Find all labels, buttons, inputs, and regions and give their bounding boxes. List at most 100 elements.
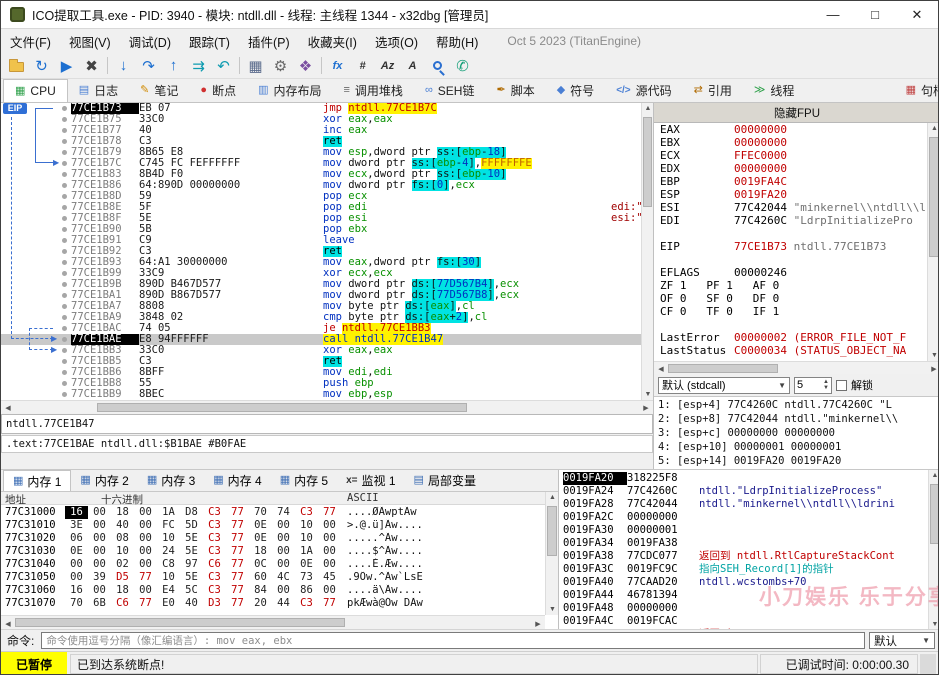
dump-row[interactable]: 77C31050 00 39 D5 77 10 5E C3 77 60 4C 73 45.9Õw.^Ãw… <box>1 571 546 584</box>
breakpoint-gutter[interactable] <box>57 136 71 147</box>
hex-byte[interactable]: 77 <box>226 597 249 610</box>
hex-byte[interactable]: 00 <box>134 532 157 545</box>
breakpoint-gutter[interactable] <box>57 389 71 400</box>
scroll-thumb[interactable] <box>930 484 938 544</box>
hex-byte[interactable]: 10 <box>157 532 180 545</box>
tab-source[interactable]: </> 源代码 <box>605 79 682 102</box>
register-value[interactable]: 00000000 <box>734 136 787 149</box>
flags-row[interactable]: ZF 1 PF 1 AF 0 <box>654 279 927 292</box>
hex-byte[interactable]: 00 <box>318 545 341 558</box>
plugins-tool-button[interactable]: ❖ <box>293 55 318 77</box>
register-row[interactable]: EIP 77CE1B73 ntdll.77CE1B73 <box>654 240 927 253</box>
hex-byte[interactable]: 0E <box>249 532 272 545</box>
argument-depth-stepper[interactable]: 5 ▲ ▼ <box>794 376 832 394</box>
dump-row[interactable]: 77C31030 0E 00 10 00 24 5E C3 77 18 00 1A 00 ....$^Ãw… <box>1 545 546 558</box>
dump-horizontal-scrollbar[interactable]: ◀ ▶ <box>1 615 545 629</box>
register-value[interactable]: FFEC0000 <box>734 149 787 162</box>
registers-view[interactable]: EAX 00000000 EBX 00000000 ECX FFEC0000 EDX 0000… <box>654 123 927 361</box>
hex-byte[interactable]: 5E <box>180 532 203 545</box>
stack-row[interactable]: 0019FA3C 0019FC9C 指向SEH_Record[1]的指针 <box>559 563 928 576</box>
hex-byte[interactable]: 18 <box>111 584 134 597</box>
menu-debug[interactable]: 调试(D) <box>120 28 180 55</box>
hex-byte[interactable]: 00 <box>318 584 341 597</box>
hex-byte[interactable]: 1A <box>157 506 180 519</box>
scroll-right-icon[interactable]: ▶ <box>929 365 938 373</box>
breakpoint-gutter[interactable] <box>57 257 71 268</box>
tab-dump-1[interactable]: ▦ 内存 1 <box>3 470 72 491</box>
hex-byte[interactable]: C3 <box>203 532 226 545</box>
disassembly-view[interactable]: 77CE1B73 EB 07 jmp ntdll.77CE1B7C 77CE1B75 3… <box>1 103 641 400</box>
register-value[interactable]: 00000246 <box>734 266 787 279</box>
stack-value[interactable]: 00000001 <box>627 524 699 537</box>
settings-button[interactable]: ⚙ <box>268 55 293 77</box>
hex-byte[interactable]: 77 <box>318 597 341 610</box>
hex-byte[interactable]: 77 <box>226 532 249 545</box>
stack-value[interactable]: 318225F8 <box>627 472 699 485</box>
hex-byte[interactable]: 77 <box>226 571 249 584</box>
register-row[interactable]: EAX 00000000 <box>654 123 927 136</box>
tab-handles[interactable]: ▦ 句柄 <box>895 79 938 102</box>
stack-value[interactable]: 77C4260C <box>627 485 699 498</box>
hex-byte[interactable]: D3 <box>203 597 226 610</box>
flags-row[interactable]: CF 0 TF 0 IF 1 <box>654 305 927 318</box>
hex-byte[interactable]: 40 <box>111 519 134 532</box>
hex-byte[interactable]: 77 <box>226 519 249 532</box>
step-over-button[interactable]: ↷ <box>136 55 161 77</box>
tab-seh[interactable]: ∞ SEH链 <box>414 79 486 102</box>
tab-notes[interactable]: ✎ 笔记 <box>129 79 189 102</box>
breakpoint-gutter[interactable] <box>57 191 71 202</box>
calling-convention-select[interactable]: 默认 (stdcall) ▼ <box>658 376 790 394</box>
hex-byte[interactable]: 45 <box>318 571 341 584</box>
register-value[interactable]: 77C4260C <box>734 214 787 227</box>
stack-vertical-scrollbar[interactable]: ▲ ▼ <box>928 470 938 630</box>
hex-byte[interactable]: 84 <box>249 584 272 597</box>
hex-byte[interactable]: 24 <box>157 545 180 558</box>
register-value[interactable]: 00000002 (ERROR_FILE_NOT_F <box>734 331 906 344</box>
hex-byte[interactable]: 16 <box>65 506 88 519</box>
hex-byte[interactable]: 00 <box>272 532 295 545</box>
argument-row[interactable]: 4: [esp+10] 00000001 00000001 <box>658 440 938 454</box>
tab-dump-3[interactable]: ▦ 内存 3 <box>138 470 204 491</box>
tab-locals[interactable]: ▤ 局部变量 <box>405 470 485 491</box>
scroll-up-icon[interactable]: ▲ <box>928 125 938 132</box>
stack-value[interactable]: 77C42044 <box>627 498 699 511</box>
hex-byte[interactable]: 0C <box>249 558 272 571</box>
scroll-thumb[interactable] <box>929 137 938 257</box>
hex-byte[interactable]: 00 <box>134 519 157 532</box>
dump-vertical-scrollbar[interactable]: ▲ ▼ <box>545 492 558 615</box>
hex-byte[interactable]: 86 <box>295 584 318 597</box>
run-button[interactable]: ▶ <box>54 55 79 77</box>
argument-row[interactable]: 3: [esp+c] 00000000 00000000 <box>658 426 938 440</box>
search-button[interactable] <box>425 55 450 77</box>
hex-byte[interactable]: C8 <box>157 558 180 571</box>
calculator-button[interactable]: fx <box>325 55 350 77</box>
hex-byte[interactable]: 00 <box>88 558 111 571</box>
step-back-button[interactable]: ↶ <box>211 55 236 77</box>
hex-byte[interactable]: C6 <box>203 558 226 571</box>
command-input[interactable] <box>41 632 865 649</box>
hex-byte[interactable]: 18 <box>111 506 134 519</box>
hex-byte[interactable]: 00 <box>88 584 111 597</box>
hex-byte[interactable]: 0E <box>249 519 272 532</box>
hex-byte[interactable]: C3 <box>203 571 226 584</box>
register-value[interactable]: 0019FA4C <box>734 175 787 188</box>
stack-row[interactable]: 0019FA40 77CAAD20 ntdll.wcstombs+70 <box>559 576 928 589</box>
hex-byte[interactable]: 00 <box>65 558 88 571</box>
dump-row[interactable]: 77C31010 3E 00 40 00 FC 5D C3 77 0E 00 10 00 >.@.ü]Ãw… <box>1 519 546 532</box>
register-row[interactable]: EDX 00000000 <box>654 162 927 175</box>
hex-byte[interactable]: 08 <box>111 532 134 545</box>
scroll-down-icon[interactable]: ▼ <box>928 352 938 359</box>
disasm-horizontal-scrollbar[interactable]: ◀ ▶ <box>1 400 653 413</box>
dump-row[interactable]: 77C31060 16 00 18 00 E4 5C C3 77 84 00 86 00 ....ä\Ãw… <box>1 584 546 597</box>
spinner-arrows-icon[interactable]: ▲ ▼ <box>823 379 829 391</box>
disasm-vertical-scrollbar[interactable]: ▲ ▼ <box>641 103 653 400</box>
hex-byte[interactable]: C3 <box>295 597 318 610</box>
hex-byte[interactable]: 00 <box>88 532 111 545</box>
hex-byte[interactable]: 00 <box>88 506 111 519</box>
hex-byte[interactable]: 00 <box>88 545 111 558</box>
hex-byte[interactable]: 00 <box>272 558 295 571</box>
hex-byte[interactable]: C3 <box>295 506 318 519</box>
scroll-thumb[interactable] <box>668 364 778 373</box>
menu-file[interactable]: 文件(F) <box>1 28 60 55</box>
hex-byte[interactable]: 00 <box>272 584 295 597</box>
